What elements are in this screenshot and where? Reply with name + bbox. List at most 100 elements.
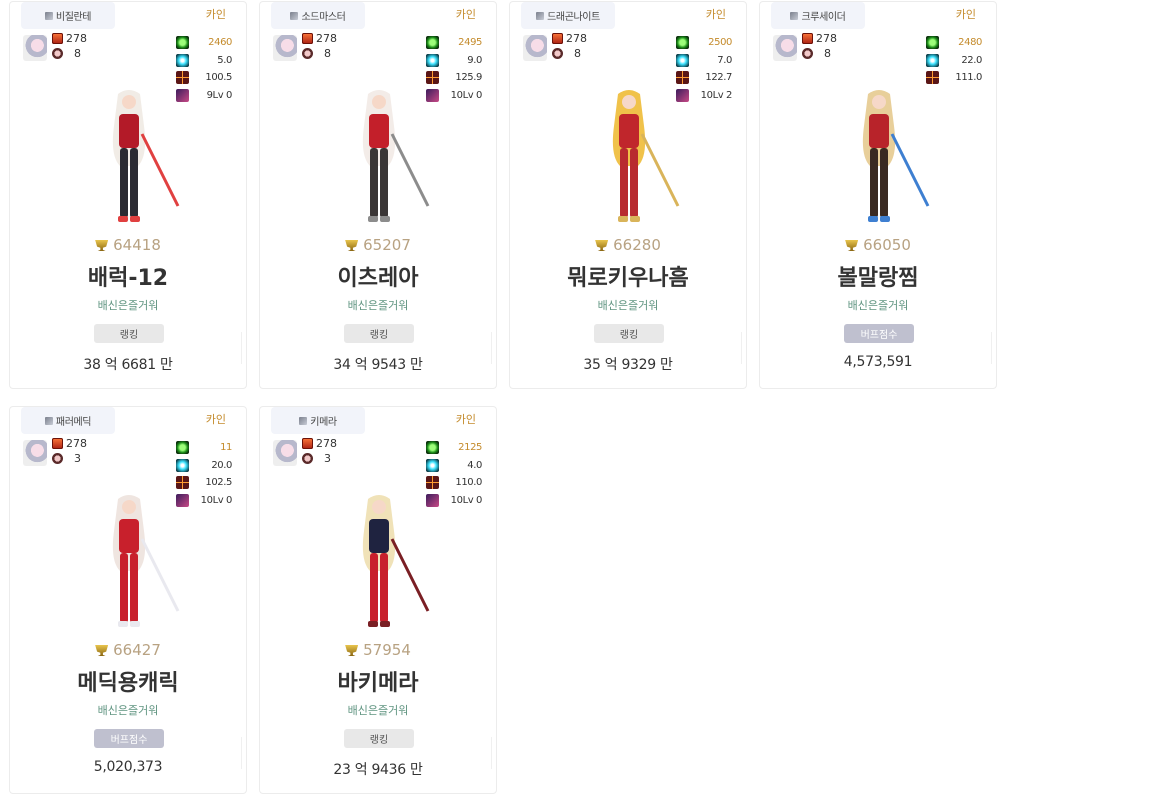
stat-row: 10Lv 0: [426, 87, 482, 105]
fame-score: 65207: [260, 236, 496, 254]
fame-value: 57954: [363, 641, 411, 659]
power-stat-icon: [176, 36, 189, 50]
fame-trophy-icon: [345, 240, 359, 251]
level-icon: [52, 33, 63, 44]
stat-value: 20.0: [211, 459, 232, 471]
job-class-pill: 크루세이더: [771, 2, 865, 29]
job-class-pill: 비질란테: [21, 2, 115, 29]
character-card-3[interactable]: 드래곤나이트 카인 278 8 2500 7.0 122.7 10Lv 2 66…: [509, 1, 747, 389]
hexa-badge: 8: [802, 47, 831, 60]
stat-value: 9Lv 0: [206, 89, 233, 101]
stat-row: 9.0: [426, 52, 482, 70]
character-card-1[interactable]: 비질란테 카인 278 8 2460 5.0 100.5 9Lv 0 64418…: [9, 1, 247, 389]
level-icon: [302, 438, 313, 449]
character-name[interactable]: 배럭-12: [10, 260, 246, 292]
stat-row: 10Lv 0: [176, 492, 232, 510]
level-value: 278: [566, 32, 587, 45]
level-icon: [302, 33, 313, 44]
score-value: 34 억 9543 만: [333, 357, 423, 373]
hexa-value: 8: [324, 47, 331, 60]
character-card-2[interactable]: 소드마스터 카인 278 8 2495 9.0 125.9 10Lv 0 652…: [259, 1, 497, 389]
level-badge: 278: [52, 32, 87, 45]
level-icon: [552, 33, 563, 44]
hexa-icon: [552, 48, 563, 59]
adventure-name[interactable]: 배신은즐거워: [260, 702, 496, 718]
hexa-icon: [302, 48, 313, 59]
level-value: 278: [66, 437, 87, 450]
stat-list: 2480 22.0 111.0: [926, 34, 982, 87]
fame-score: 66427: [10, 641, 246, 659]
character-name[interactable]: 바키메라: [260, 665, 496, 697]
stat-row: 5.0: [176, 52, 232, 70]
fame-value: 65207: [363, 236, 411, 254]
fame-score: 57954: [260, 641, 496, 659]
server-label: 카인: [205, 413, 226, 426]
stat-row: 9Lv 0: [176, 87, 232, 105]
adventure-name[interactable]: 배신은즐거워: [10, 297, 246, 313]
stat-value: 22.0: [961, 54, 982, 66]
character-portrait: [862, 90, 930, 222]
character-card-4[interactable]: 크루세이더 카인 278 8 2480 22.0 111.0 66050 볼말랑…: [759, 1, 997, 389]
character-name[interactable]: 이츠레아: [260, 260, 496, 292]
server-label: 카인: [955, 8, 976, 21]
score-value: 5,020,373: [93, 759, 163, 775]
character-portrait: [362, 90, 430, 222]
hexa-icon: [52, 48, 63, 59]
fame-trophy-icon: [95, 240, 109, 251]
stat-list: 2495 9.0 125.9 10Lv 0: [426, 34, 482, 104]
power-stat-icon: [926, 36, 939, 50]
adventure-name[interactable]: 배신은즐거워: [510, 297, 746, 313]
score-value: 23 억 9436 만: [333, 762, 423, 778]
character-name[interactable]: 메딕용캐릭: [10, 665, 246, 697]
fame-trophy-icon: [845, 240, 859, 251]
level-badge: 278: [302, 437, 337, 450]
stat-value: 11: [220, 442, 232, 454]
level-value: 278: [316, 437, 337, 450]
hexa-value: 8: [574, 47, 581, 60]
character-card-5[interactable]: 패러메딕 카인 278 3 11 20.0 102.5 10Lv 0 66427…: [9, 406, 247, 794]
adventure-avatar: [23, 35, 47, 61]
score-value: 38 억 6681 만: [83, 357, 173, 373]
level-value: 278: [316, 32, 337, 45]
level-badge: 278: [552, 32, 587, 45]
job-icon: [790, 11, 799, 20]
portrait-figure: [862, 90, 930, 222]
character-name[interactable]: 볼말랑찜: [760, 260, 996, 292]
stat-list: 11 20.0 102.5 10Lv 0: [176, 439, 232, 509]
level-badge: 278: [52, 437, 87, 450]
stat-list: 2125 4.0 110.0 10Lv 0: [426, 439, 482, 509]
adventure-avatar: [273, 440, 297, 466]
stat-row: 10Lv 0: [426, 492, 482, 510]
score-type-tag: 버프점수: [844, 324, 914, 343]
hexa-value: 3: [74, 452, 81, 465]
adventure-avatar: [773, 35, 797, 61]
power-stat-icon: [676, 36, 689, 50]
character-portrait: [362, 495, 430, 627]
stat-value: 110.0: [455, 477, 482, 489]
score-value: 4,573,591: [843, 354, 913, 370]
stat-row: 2500: [676, 34, 732, 52]
stat-row: 2495: [426, 34, 482, 52]
character-name[interactable]: 뭐로키우나흠: [510, 260, 746, 292]
stat-row: 11: [176, 439, 232, 457]
job-class-pill: 패러메딕: [21, 407, 115, 434]
damage-stat-icon: [426, 476, 439, 490]
stat-value: 122.7: [705, 72, 732, 84]
character-card-6[interactable]: 키메라 카인 278 3 2125 4.0 110.0 10Lv 0 57954…: [259, 406, 497, 794]
stat-row: 110.0: [426, 474, 482, 492]
adventure-name[interactable]: 배신은즐거워: [10, 702, 246, 718]
portrait-figure: [612, 90, 680, 222]
damage-stat-icon: [176, 71, 189, 85]
level-badge: 278: [802, 32, 837, 45]
job-class-label: 소드마스터: [301, 12, 346, 23]
damage-stat-icon: [926, 71, 939, 85]
adventure-name[interactable]: 배신은즐거워: [260, 297, 496, 313]
adventure-name[interactable]: 배신은즐거워: [760, 297, 996, 313]
stat-row: 122.7: [676, 69, 732, 87]
job-class-label: 키메라: [310, 417, 337, 428]
job-icon: [536, 11, 545, 20]
job-class-label: 비질란테: [55, 12, 92, 23]
cooldown-stat-icon: [926, 53, 939, 67]
portrait-figure: [362, 90, 430, 222]
fame-score: 64418: [10, 236, 246, 254]
